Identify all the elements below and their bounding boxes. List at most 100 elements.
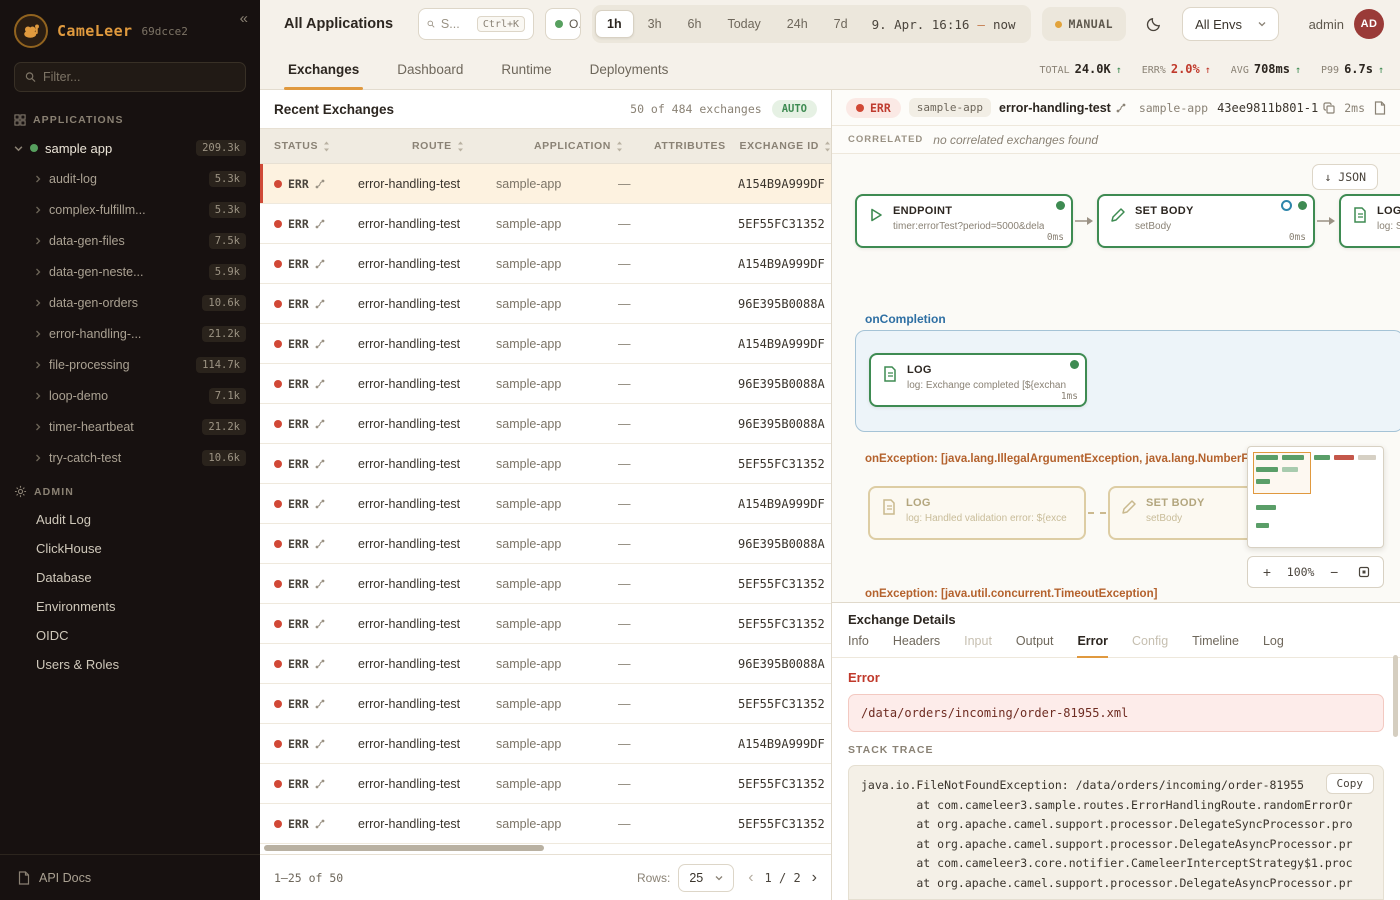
sidebar-collapse-button[interactable]: « (240, 10, 248, 27)
download-json-button[interactable]: ↓ JSON (1312, 164, 1378, 190)
time-range-button[interactable]: 3h (636, 10, 674, 38)
nav-tab[interactable]: Runtime (497, 62, 555, 89)
flow-minimap[interactable] (1247, 446, 1384, 548)
environment-select[interactable]: All Envs (1182, 7, 1279, 41)
sidebar-route-item[interactable]: data-gen-orders 10.6k (0, 287, 260, 318)
zoom-fit-button[interactable] (1354, 566, 1374, 578)
column-header[interactable]: APPLICATION (520, 140, 640, 152)
details-tab[interactable]: Timeline (1192, 634, 1239, 657)
route-icon (315, 299, 325, 309)
column-header[interactable]: STATUS (260, 140, 398, 152)
sidebar-route-item[interactable]: error-handling-... 21.2k (0, 318, 260, 349)
time-range-button[interactable]: 7d (822, 10, 860, 38)
search-input[interactable] (441, 17, 471, 31)
sidebar-route-item[interactable]: try-catch-test 10.6k (0, 442, 260, 473)
copy-icon[interactable] (1323, 102, 1335, 114)
sidebar-admin-item[interactable]: ClickHouse (0, 534, 260, 563)
sidebar-route-item[interactable]: file-processing 114.7k (0, 349, 260, 380)
sidebar-route-item[interactable]: data-gen-files 7.5k (0, 225, 260, 256)
flow-node-endpoint[interactable]: ENDPOINT timer:errorTest?period=5000&del… (855, 194, 1073, 248)
sidebar-route-item[interactable]: audit-log 5.3k (0, 163, 260, 194)
nav-tab[interactable]: Exchanges (284, 62, 363, 89)
time-range-button[interactable]: 1h (595, 10, 634, 38)
details-tab[interactable]: Info (848, 634, 869, 657)
route-count-badge: 7.1k (209, 388, 246, 404)
vertical-scrollbar[interactable] (1393, 655, 1398, 737)
manual-refresh-button[interactable]: MANUAL (1042, 7, 1127, 41)
sidebar-admin-item[interactable]: OIDC (0, 621, 260, 650)
exchange-route-name[interactable]: error-handling-test (999, 101, 1126, 115)
sidebar-route-item[interactable]: data-gen-neste... 5.9k (0, 256, 260, 287)
exchange-table-row[interactable]: ERR error-handling-test sample-app — 96E… (260, 524, 831, 564)
sidebar-api-docs[interactable]: API Docs (0, 854, 260, 900)
nav-tab[interactable]: Deployments (586, 62, 673, 89)
global-search[interactable]: Ctrl+K (418, 8, 534, 40)
flow-node-completion-log[interactable]: LOG log: Exchange completed [${exchan 1m… (869, 353, 1087, 407)
nav-tab[interactable]: Dashboard (393, 62, 467, 89)
sidebar-route-item[interactable]: complex-fulfillm... 5.3k (0, 194, 260, 225)
exchange-table-row[interactable]: ERR error-handling-test sample-app — 96E… (260, 404, 831, 444)
route-cell: error-handling-test (344, 737, 482, 751)
filter-input[interactable] (43, 70, 235, 84)
dark-mode-toggle[interactable] (1137, 7, 1171, 41)
rows-per-page-select[interactable]: 25 (678, 864, 734, 892)
exchange-table-row[interactable]: ERR error-handling-test sample-app — 5EF… (260, 564, 831, 604)
sidebar-admin-item[interactable]: Users & Roles (0, 650, 260, 679)
sidebar-route-item[interactable]: loop-demo 7.1k (0, 380, 260, 411)
trend-arrow-icon: ↑ (1205, 65, 1211, 76)
exchange-table-row[interactable]: ERR error-handling-test sample-app — A15… (260, 484, 831, 524)
time-range-button[interactable]: Today (715, 10, 772, 38)
prev-page-button[interactable]: ‹ (748, 870, 753, 886)
sidebar-route-item[interactable]: timer-heartbeat 21.2k (0, 411, 260, 442)
sidebar-admin-item[interactable]: Audit Log (0, 505, 260, 534)
exchange-id-cell: 96E395B0088A (724, 537, 831, 551)
horizontal-scrollbar[interactable] (264, 845, 544, 851)
errors-only-toggle[interactable]: O... (545, 8, 581, 40)
time-range-button[interactable]: 24h (775, 10, 820, 38)
zoom-out-button[interactable]: − (1324, 564, 1344, 580)
error-status-dot (274, 700, 282, 708)
sidebar-app-sample-app[interactable]: sample app 209.3k (0, 133, 260, 163)
exchange-table-row[interactable]: ERR error-handling-test sample-app — 5EF… (260, 804, 831, 844)
exchange-table-row[interactable]: ERR error-handling-test sample-app — 96E… (260, 364, 831, 404)
sidebar-filter[interactable] (14, 62, 246, 92)
details-tab[interactable]: Log (1263, 634, 1284, 657)
exchange-table-row[interactable]: ERR error-handling-test sample-app — 5EF… (260, 204, 831, 244)
flow-node-log[interactable]: LOG log: Sta (1339, 194, 1400, 248)
copy-button[interactable]: Copy (1326, 773, 1375, 794)
exchange-table-row[interactable]: ERR error-handling-test sample-app — A15… (260, 244, 831, 284)
exchange-table-row[interactable]: ERR error-handling-test sample-app — 96E… (260, 644, 831, 684)
user-avatar[interactable]: AD (1354, 9, 1384, 39)
chevron-right-icon (34, 175, 42, 183)
details-tab[interactable]: Input (964, 634, 992, 657)
route-cell: error-handling-test (344, 617, 482, 631)
exchange-table-row[interactable]: ERR error-handling-test sample-app — 96E… (260, 284, 831, 324)
route-flow-canvas[interactable]: ↓ JSON ENDPOINT timer:errorTest?period=5… (832, 154, 1400, 602)
exchange-table-row[interactable]: ERR error-handling-test sample-app — A15… (260, 164, 831, 204)
next-page-button[interactable]: › (812, 870, 817, 886)
sidebar-admin-item[interactable]: Database (0, 563, 260, 592)
sidebar-admin-item[interactable]: Environments (0, 592, 260, 621)
details-tab[interactable]: Error (1077, 634, 1108, 657)
flow-node-exception-log[interactable]: LOG log: Handled validation error: ${exc… (868, 486, 1086, 540)
moon-icon (1146, 16, 1162, 32)
stack-trace-block[interactable]: Copy java.io.FileNotFoundException: /dat… (848, 765, 1384, 900)
flow-node-setbody[interactable]: SET BODY setBody 0ms (1097, 194, 1315, 248)
exchange-table-row[interactable]: ERR error-handling-test sample-app — 5EF… (260, 444, 831, 484)
column-header[interactable]: ATTRIBUTES (640, 140, 725, 152)
column-header[interactable]: EXCHANGE ID (725, 140, 831, 152)
exchange-table-row[interactable]: ERR error-handling-test sample-app — 5EF… (260, 684, 831, 724)
details-tab[interactable]: Config (1132, 634, 1168, 657)
details-tab[interactable]: Headers (893, 634, 940, 657)
exchange-table-row[interactable]: ERR error-handling-test sample-app — A15… (260, 324, 831, 364)
details-tab[interactable]: Output (1016, 634, 1054, 657)
time-range-button[interactable]: 6h (676, 10, 714, 38)
time-range-display[interactable]: 9. Apr. 16:16 – now (860, 17, 1028, 32)
zoom-in-button[interactable]: + (1257, 564, 1277, 580)
auto-refresh-badge[interactable]: AUTO (772, 100, 817, 118)
exchange-table-row[interactable]: ERR error-handling-test sample-app — 5EF… (260, 604, 831, 644)
exchange-table-row[interactable]: ERR error-handling-test sample-app — 5EF… (260, 764, 831, 804)
document-icon[interactable] (1374, 101, 1386, 115)
column-header[interactable]: ROUTE (398, 140, 520, 152)
exchange-table-row[interactable]: ERR error-handling-test sample-app — A15… (260, 724, 831, 764)
